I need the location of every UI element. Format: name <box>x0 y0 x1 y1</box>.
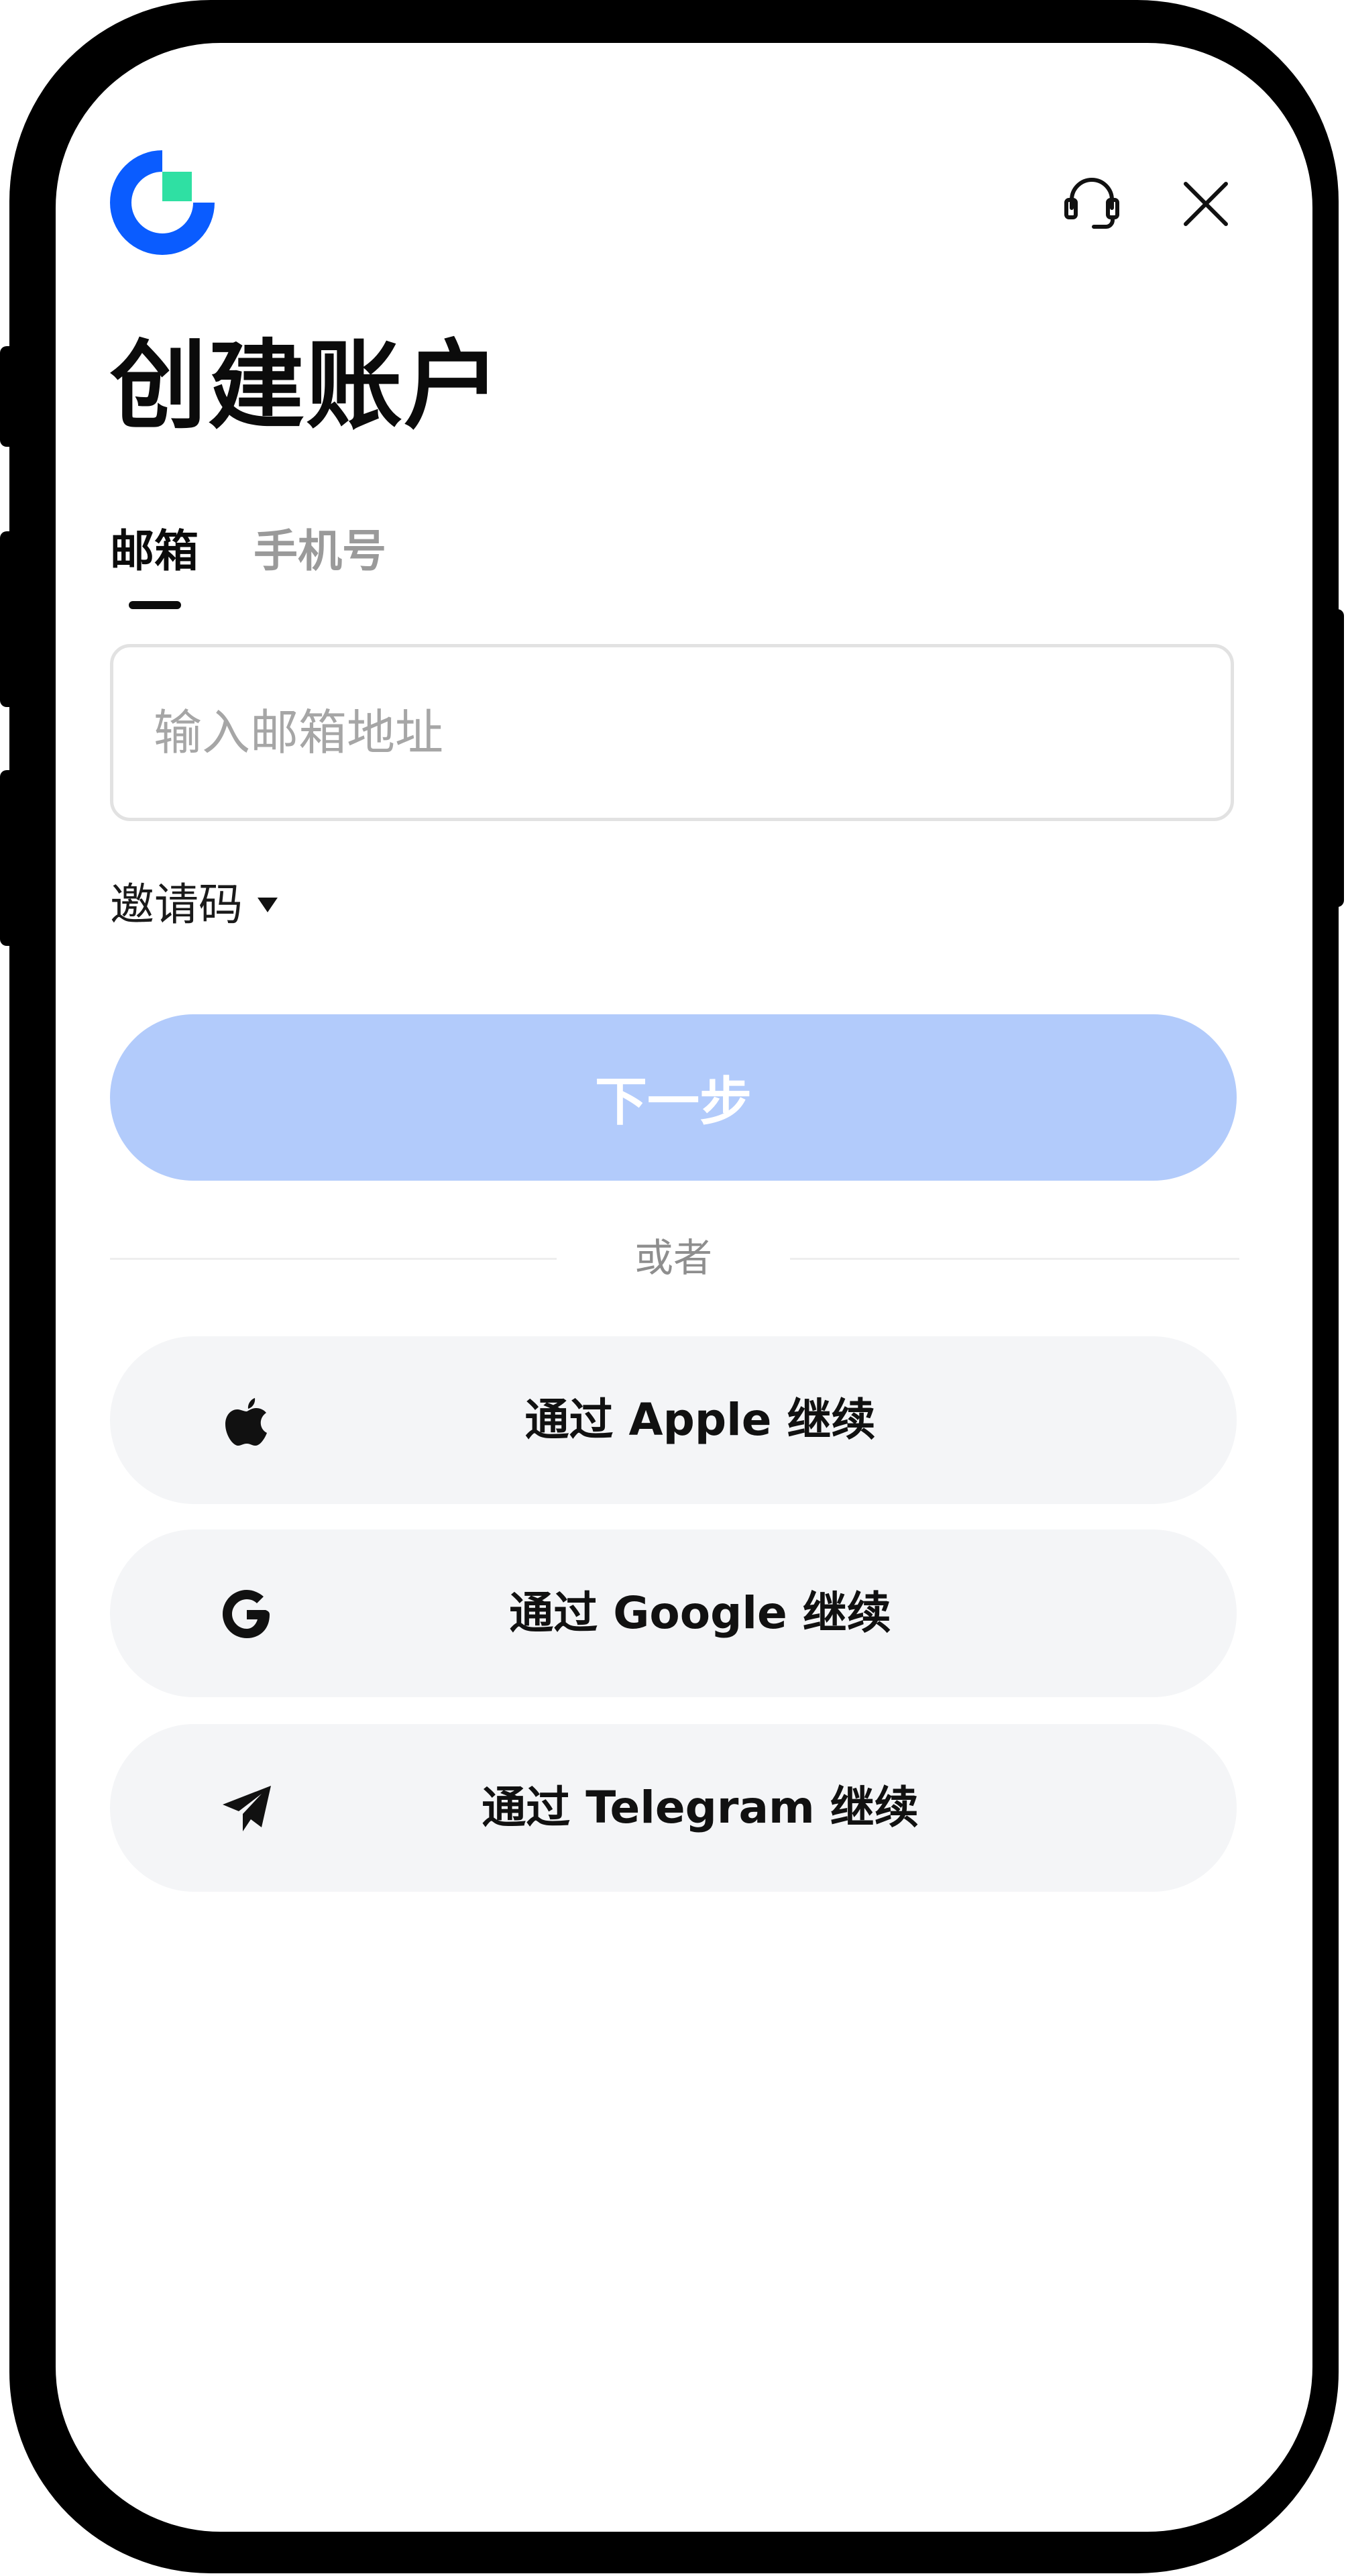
phone-side-button <box>0 346 16 447</box>
next-button[interactable]: 下一步 <box>110 1014 1237 1181</box>
continue-with-google-label: 通过 Google 继续 <box>509 1587 891 1639</box>
divider-text: 或者 <box>634 1235 712 1281</box>
close-icon[interactable] <box>1183 181 1229 227</box>
continue-with-telegram-button[interactable]: 通过 Telegram 继续 <box>110 1724 1237 1892</box>
continue-with-google-button[interactable]: 通过 Google 继续 <box>110 1529 1237 1697</box>
phone-frame: 创建账户 邮箱 手机号 邀请码 下一步 或者 <box>0 0 1344 2573</box>
tab-phone[interactable]: 手机号 <box>254 525 386 578</box>
continue-with-telegram-label: 通过 Telegram 继续 <box>482 1782 919 1833</box>
divider-line <box>110 1258 557 1260</box>
caret-down-icon <box>258 898 278 912</box>
phone-side-button <box>0 770 16 946</box>
invite-code-toggle[interactable]: 邀请码 <box>110 875 278 935</box>
tab-email[interactable]: 邮箱 <box>110 525 199 578</box>
phone-power-button <box>1325 609 1344 907</box>
invite-code-label: 邀请码 <box>110 879 243 930</box>
continue-with-apple-label: 通过 Apple 继续 <box>524 1394 876 1446</box>
continue-with-apple-button[interactable]: 通过 Apple 继续 <box>110 1336 1237 1504</box>
active-tab-indicator <box>129 601 181 609</box>
divider-line <box>790 1258 1239 1260</box>
email-input[interactable] <box>110 644 1234 821</box>
headset-icon[interactable] <box>1062 173 1121 232</box>
next-button-label: 下一步 <box>594 1072 752 1132</box>
app-screen: 创建账户 邮箱 手机号 邀请码 下一步 或者 <box>56 43 1312 2532</box>
page-title: 创建账户 <box>110 329 502 442</box>
brand-logo <box>110 150 215 255</box>
phone-side-button <box>0 531 16 707</box>
